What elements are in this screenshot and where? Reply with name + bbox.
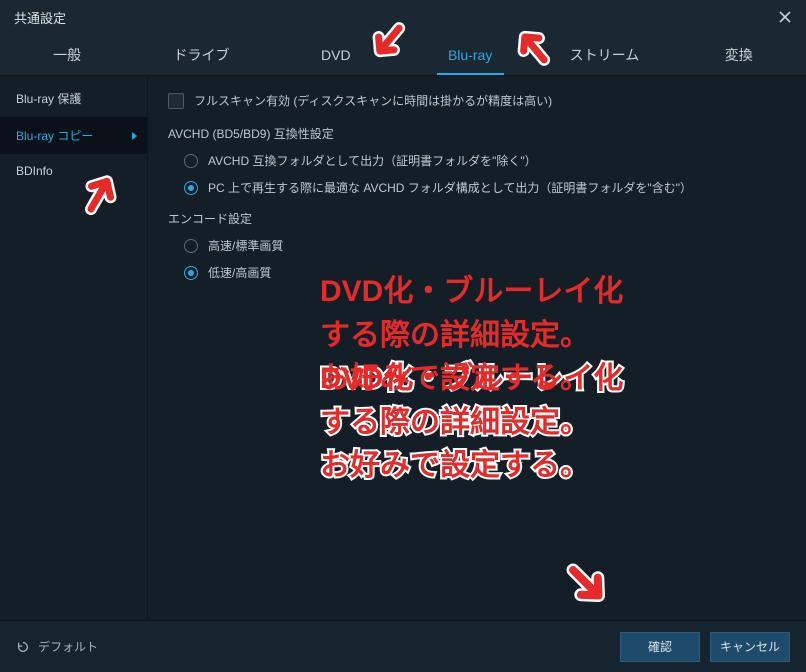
avchd-option-exclude[interactable]: AVCHD 互換フォルダとして出力（証明書フォルダを"除く"） (184, 152, 786, 169)
tab-bluray[interactable]: Blu-ray (403, 34, 537, 75)
encode-section-title: エンコード設定 (168, 210, 786, 227)
avchd-section-title: AVCHD (BD5/BD9) 互換性設定 (168, 125, 786, 142)
tab-label: 一般 (53, 45, 81, 65)
chevron-right-icon (132, 132, 137, 140)
tab-label: ドライブ (173, 45, 229, 65)
radio-label: 高速/標準画質 (208, 237, 283, 254)
cancel-label: キャンセル (720, 638, 780, 655)
tab-label: 変換 (725, 45, 753, 65)
window-title: 共通設定 (14, 8, 66, 27)
default-button[interactable]: デフォルト (16, 638, 98, 655)
sidebar-item-label: Blu-ray 保護 (16, 90, 81, 107)
titlebar: 共通設定 (0, 0, 806, 34)
ok-label: 確認 (648, 638, 672, 655)
avchd-radio-group: AVCHD 互換フォルダとして出力（証明書フォルダを"除く"） PC 上で再生す… (184, 152, 786, 196)
radio-label: AVCHD 互換フォルダとして出力（証明書フォルダを"除く"） (208, 152, 537, 169)
tab-general[interactable]: 一般 (0, 34, 134, 75)
ok-button[interactable]: 確認 (620, 632, 700, 662)
cancel-button[interactable]: キャンセル (710, 632, 790, 662)
top-tabs: 一般 ドライブ DVD Blu-ray ストリーム 変換 (0, 34, 806, 76)
encode-radio-group: 高速/標準画質 低速/高画質 (184, 237, 786, 281)
sidebar-item-copy[interactable]: Blu-ray コピー (0, 117, 147, 154)
encode-option-slow[interactable]: 低速/高画質 (184, 264, 786, 281)
avchd-option-include[interactable]: PC 上で再生する際に最適な AVCHD フォルダ構成として出力（証明書フォルダ… (184, 179, 786, 196)
sidebar-item-label: Blu-ray コピー (16, 127, 93, 144)
radio-icon (184, 266, 198, 280)
tab-label: ストリーム (570, 45, 640, 65)
radio-label: PC 上で再生する際に最適な AVCHD フォルダ構成として出力（証明書フォルダ… (208, 179, 692, 196)
sidebar-item-bdinfo[interactable]: BDInfo (0, 154, 147, 188)
main-area: Blu-ray 保護 Blu-ray コピー BDInfo フルスキャン有効 (… (0, 76, 806, 620)
tab-stream[interactable]: ストリーム (537, 34, 671, 75)
default-label: デフォルト (38, 638, 98, 655)
fullscan-row[interactable]: フルスキャン有効 (ディスクスキャンに時間は掛かるが精度は高い) (168, 92, 786, 109)
fullscan-checkbox[interactable] (168, 93, 184, 109)
tab-convert[interactable]: 変換 (672, 34, 806, 75)
sidebar-item-label: BDInfo (16, 164, 53, 178)
radio-icon (184, 181, 198, 195)
fullscan-label: フルスキャン有効 (ディスクスキャンに時間は掛かるが精度は高い) (194, 92, 552, 109)
close-icon (779, 11, 791, 23)
sidebar-item-protection[interactable]: Blu-ray 保護 (0, 80, 147, 117)
radio-icon (184, 154, 198, 168)
reset-icon (16, 640, 30, 654)
content-panel: フルスキャン有効 (ディスクスキャンに時間は掛かるが精度は高い) AVCHD (… (148, 76, 806, 620)
sidebar: Blu-ray 保護 Blu-ray コピー BDInfo (0, 76, 148, 620)
tab-drive[interactable]: ドライブ (134, 34, 268, 75)
tab-dvd[interactable]: DVD (269, 34, 403, 75)
radio-icon (184, 239, 198, 253)
radio-label: 低速/高画質 (208, 264, 271, 281)
close-button[interactable] (774, 6, 796, 28)
tab-label: DVD (321, 47, 351, 63)
footer: デフォルト 確認 キャンセル (0, 620, 806, 672)
encode-option-fast[interactable]: 高速/標準画質 (184, 237, 786, 254)
tab-label: Blu-ray (448, 47, 492, 63)
